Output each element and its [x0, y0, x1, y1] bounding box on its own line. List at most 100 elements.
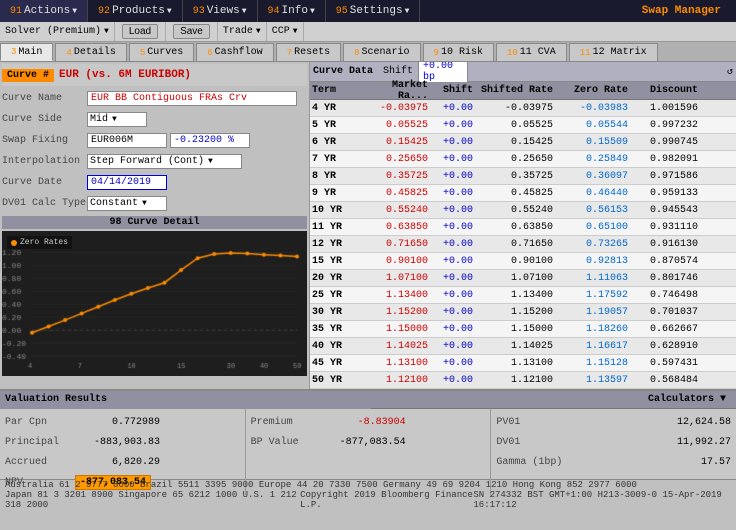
main-body: Curve # EUR (vs. 6M EURIBOR) Curve Name … — [0, 62, 736, 389]
bp-row: BP Value -877,083.54 — [251, 432, 486, 452]
table-row[interactable]: 40 YR 1.14025 +0.00 1.14025 1.16617 0.62… — [310, 338, 736, 355]
cell-term: 30 YR — [310, 307, 355, 318]
cell-shift: +0.00 — [430, 307, 475, 318]
cell-zrate: 1.11063 — [555, 273, 630, 284]
accrued-row: Accrued 6,820.29 — [5, 452, 240, 472]
tab-resets[interactable]: 7Resets — [276, 43, 341, 61]
cell-zrate: 1.18260 — [555, 324, 630, 335]
col-zero-rate: Zero Rate — [555, 85, 630, 96]
cell-term: 45 YR — [310, 358, 355, 369]
status-line1: Australia 61 2 9777 8600 Brazil 5511 339… — [5, 480, 731, 490]
trade-arrow-icon: ▼ — [256, 27, 261, 36]
cell-shift: +0.00 — [430, 222, 475, 233]
cell-disc: 0.701037 — [630, 307, 700, 318]
cell-shift: +0.00 — [430, 154, 475, 165]
cell-zrate: 0.25849 — [555, 154, 630, 165]
menu-products[interactable]: 92 Products ▼ — [88, 0, 183, 22]
table-row[interactable]: 4 YR -0.03975 +0.00 -0.03975 -0.03983 1.… — [310, 100, 736, 117]
toolbar-trade: Trade ▼ — [218, 22, 267, 41]
load-button[interactable]: Load — [122, 24, 158, 39]
cell-srate: 0.05525 — [475, 120, 555, 131]
cell-srate: 1.12100 — [475, 375, 555, 386]
tab-details[interactable]: 4Details — [55, 43, 126, 61]
tab-num-main: 3 — [11, 47, 16, 57]
cell-disc: 0.931110 — [630, 222, 700, 233]
toolbar-ccp: CCP ▼ — [267, 22, 304, 41]
curve-side-select[interactable]: Mid ▼ — [87, 112, 147, 127]
menu-actions[interactable]: 91 Actions ▼ — [0, 0, 88, 22]
curve-date-value[interactable]: 04/14/2019 — [87, 175, 167, 190]
table-row[interactable]: 5 YR 0.05525 +0.00 0.05525 0.05544 0.997… — [310, 117, 736, 134]
calculators-label[interactable]: Calculators ▼ — [643, 393, 731, 406]
curve-name-value: EUR BB Contiguous FRAs Crv — [87, 91, 297, 106]
table-row[interactable]: 11 YR 0.63850 +0.00 0.63850 0.65100 0.93… — [310, 219, 736, 236]
gamma-value: 17.57 — [651, 457, 731, 468]
cell-zrate: 0.46440 — [555, 188, 630, 199]
tab-matrix[interactable]: 1112 Matrix — [569, 43, 658, 61]
interpolation-label: Interpolation — [2, 156, 87, 167]
table-row[interactable]: 25 YR 1.13400 +0.00 1.13400 1.17592 0.74… — [310, 287, 736, 304]
cell-term: 25 YR — [310, 290, 355, 301]
cell-disc: 0.916130 — [630, 239, 700, 250]
table-row[interactable]: 7 YR 0.25650 +0.00 0.25650 0.25849 0.982… — [310, 151, 736, 168]
table-row[interactable]: 45 YR 1.13100 +0.00 1.13100 1.15128 0.59… — [310, 355, 736, 372]
trade-dropdown[interactable]: Trade ▼ — [223, 26, 261, 37]
cell-zrate: -0.03983 — [555, 103, 630, 114]
table-row[interactable]: 8 YR 0.35725 +0.00 0.35725 0.36097 0.971… — [310, 168, 736, 185]
dv01-result-label: DV01 — [496, 437, 520, 448]
table-row[interactable]: 12 YR 0.71650 +0.00 0.71650 0.73265 0.91… — [310, 236, 736, 253]
curve-side-arrow-icon: ▼ — [112, 115, 117, 124]
cell-mrate: -0.03975 — [355, 103, 430, 114]
chart-container: Zero Rates — [2, 231, 307, 376]
cell-shift: +0.00 — [430, 375, 475, 386]
ccp-dropdown[interactable]: CCP ▼ — [272, 26, 298, 37]
cell-disc: 0.628910 — [630, 341, 700, 352]
table-row[interactable]: 20 YR 1.07100 +0.00 1.07100 1.11063 0.80… — [310, 270, 736, 287]
swap-fixing-pct: -0.23200 % — [170, 133, 250, 148]
cell-mrate: 0.55240 — [355, 205, 430, 216]
bp-label: BP Value — [251, 437, 321, 448]
cell-zrate: 1.15128 — [555, 358, 630, 369]
cell-zrate: 1.17592 — [555, 290, 630, 301]
col-shift: Shift — [430, 85, 475, 96]
settings-arrow-icon: ▼ — [405, 7, 410, 16]
tab-scenario[interactable]: 8Scenario — [343, 43, 420, 61]
tab-num-resets: 7 — [287, 48, 292, 58]
table-row[interactable]: 50 YR 1.12100 +0.00 1.12100 1.13597 0.56… — [310, 372, 736, 389]
cell-zrate: 1.19057 — [555, 307, 630, 318]
cell-mrate: 0.15425 — [355, 137, 430, 148]
dv01-select[interactable]: Constant ▼ — [87, 196, 167, 211]
shift-label: Shift — [383, 66, 413, 77]
cell-disc: 0.801746 — [630, 273, 700, 284]
cell-srate: 1.15000 — [475, 324, 555, 335]
cell-shift: +0.00 — [430, 137, 475, 148]
cell-mrate: 1.13400 — [355, 290, 430, 301]
cell-srate: 1.07100 — [475, 273, 555, 284]
cell-term: 5 YR — [310, 120, 355, 131]
swap-fixing-value: EUR006M — [87, 133, 167, 148]
cell-srate: 0.55240 — [475, 205, 555, 216]
cell-term: 6 YR — [310, 137, 355, 148]
table-row[interactable]: 15 YR 0.90100 +0.00 0.90100 0.92813 0.87… — [310, 253, 736, 270]
table-row[interactable]: 35 YR 1.15000 +0.00 1.15000 1.18260 0.66… — [310, 321, 736, 338]
table-row[interactable]: 30 YR 1.15200 +0.00 1.15200 1.19057 0.70… — [310, 304, 736, 321]
cell-mrate: 1.15000 — [355, 324, 430, 335]
interpolation-select[interactable]: Step Forward (Cont) ▼ — [87, 154, 242, 169]
menu-info[interactable]: 94 Info ▼ — [258, 0, 326, 22]
save-button[interactable]: Save — [173, 24, 210, 39]
cell-shift: +0.00 — [430, 358, 475, 369]
pv01-label: PV01 — [496, 417, 520, 428]
tab-curves[interactable]: 5Curves — [129, 43, 194, 61]
tab-cva[interactable]: 1011 CVA — [496, 43, 567, 61]
table-row[interactable]: 9 YR 0.45825 +0.00 0.45825 0.46440 0.959… — [310, 185, 736, 202]
table-row[interactable]: 10 YR 0.55240 +0.00 0.55240 0.56153 0.94… — [310, 202, 736, 219]
tab-main[interactable]: 3Main — [0, 43, 53, 61]
tab-risk[interactable]: 910 Risk — [423, 43, 494, 61]
menu-views[interactable]: 93 Views ▼ — [183, 0, 258, 22]
table-row[interactable]: 6 YR 0.15425 +0.00 0.15425 0.15509 0.990… — [310, 134, 736, 151]
refresh-icon[interactable]: ↺ — [727, 66, 733, 78]
menu-settings[interactable]: 95 Settings ▼ — [326, 0, 421, 22]
tab-cashflow[interactable]: 6Cashflow — [196, 43, 273, 61]
solver-dropdown[interactable]: Solver (Premium) ▼ — [5, 26, 109, 37]
cell-term: 12 YR — [310, 239, 355, 250]
